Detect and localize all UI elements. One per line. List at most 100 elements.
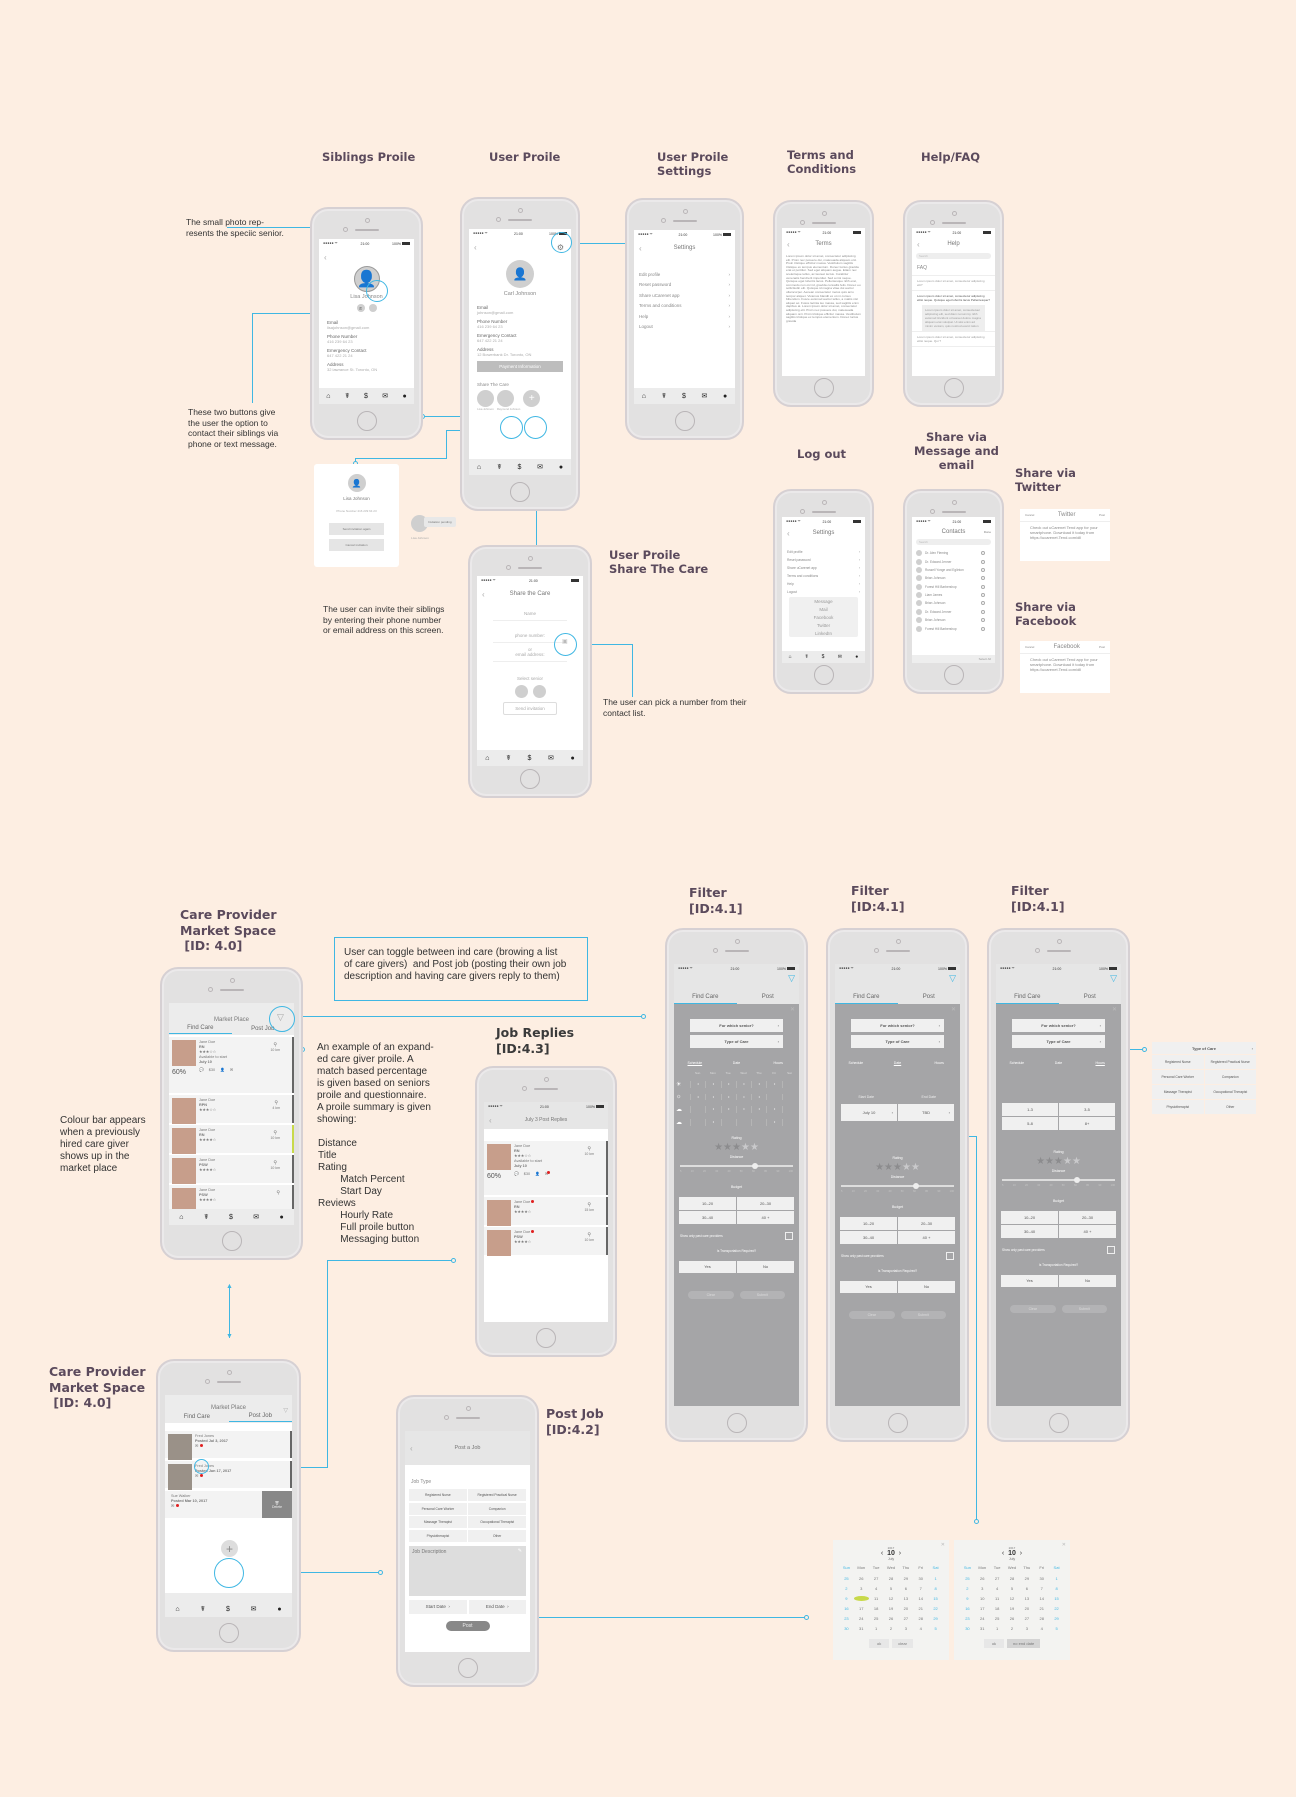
calendar-date[interactable]: 6 — [898, 1586, 913, 1591]
caregiver-icon[interactable]: ☤ — [345, 392, 350, 400]
calendar-date[interactable]: 7 — [913, 1586, 928, 1591]
mail-icon[interactable]: ✉ — [537, 463, 543, 471]
dollar-icon[interactable]: $ — [226, 1606, 230, 1613]
filter-subtab-hours[interactable]: Hours — [757, 1061, 799, 1065]
calendar-date[interactable]: 24 — [975, 1616, 990, 1621]
distance-slider[interactable] — [841, 1182, 954, 1189]
home-button[interactable] — [356, 411, 377, 431]
payment-information-button[interactable]: Payment Information — [477, 361, 563, 372]
home-button[interactable] — [726, 1413, 747, 1433]
calendar-date[interactable]: 7 — [1034, 1586, 1049, 1591]
calendar-date[interactable]: 19 — [1005, 1606, 1020, 1611]
reviews-icon[interactable]: 💬 — [514, 1172, 519, 1177]
rating-star[interactable]: ★ — [1045, 1156, 1054, 1167]
budget-option[interactable]: 20–30 — [737, 1196, 794, 1210]
budget-option[interactable]: 40 + — [1059, 1224, 1116, 1238]
calendar-date[interactable]: 2 — [839, 1586, 854, 1591]
caregiver-icon[interactable]: ☤ — [497, 463, 502, 471]
filter-subtab-date[interactable]: Date — [716, 1061, 758, 1065]
clear-button[interactable]: Clear — [849, 1310, 895, 1319]
contact-row[interactable]: Forest Hill Barbershop — [912, 583, 995, 591]
contact-row[interactable]: Brian Johnson — [912, 599, 995, 607]
full-profile-icon[interactable]: 👤 — [220, 1068, 225, 1073]
schedule-cell[interactable]: • — [766, 1081, 781, 1088]
back-icon[interactable]: ‹ — [917, 240, 920, 249]
calendar-date[interactable]: 22 — [928, 1606, 943, 1611]
schedule-cell[interactable]: • — [705, 1106, 720, 1113]
calendar-date[interactable]: 10 — [975, 1596, 990, 1601]
mail-icon[interactable]: ✉ — [701, 392, 707, 400]
post-button[interactable]: Post — [1099, 645, 1105, 649]
schedule-cell[interactable]: • — [720, 1081, 736, 1088]
rating-star[interactable]: ★ — [893, 1162, 902, 1173]
calendar-date[interactable]: 21 — [913, 1606, 928, 1611]
budget-option[interactable]: 40 + — [737, 1210, 794, 1224]
caregiver-card[interactable]: Jane Doe PSW ★★★★☆ ⚲ 10 km — [169, 1155, 294, 1185]
calendar-date[interactable]: 26 — [1005, 1616, 1020, 1621]
no-end-date-button[interactable]: no end date — [1007, 1639, 1041, 1648]
filter-icon[interactable]: ▽ — [1110, 973, 1117, 984]
faq-item[interactable]: Lorem ipsum dolor sit amet, consectetur … — [912, 291, 995, 305]
tab-find-care[interactable]: Find Care — [169, 1025, 232, 1034]
calendar-date[interactable]: 21 — [1034, 1606, 1049, 1611]
rating-star[interactable]: ★ — [902, 1162, 911, 1173]
job-type-option[interactable]: Registered Practical Nurse — [468, 1489, 526, 1501]
calendar-date[interactable]: 17 — [975, 1606, 990, 1611]
job-type-option[interactable]: Physiotherapist — [409, 1529, 467, 1542]
caregiver-card[interactable]: Jane Doe RN ★★★★☆ ⚲ 10 km — [169, 1125, 294, 1155]
home-button[interactable] — [536, 1328, 556, 1348]
schedule-cell[interactable] — [781, 1081, 797, 1088]
reply-card[interactable]: Jane Doe RN ★★★★☆ ⚲ 15 km — [484, 1197, 608, 1227]
calendar-date[interactable]: 25 — [839, 1576, 854, 1581]
contact-row[interactable]: Brian Johnson — [912, 574, 995, 582]
calendar-date[interactable]: 23 — [839, 1616, 854, 1621]
budget-option[interactable]: 30–40 — [1001, 1224, 1058, 1238]
calendar-date[interactable]: 25 — [869, 1616, 884, 1621]
contacts-search-input[interactable]: Search — [916, 539, 991, 545]
filter-icon[interactable]: ▽ — [949, 973, 956, 984]
contact-row[interactable]: Dr. Alex Fleming — [912, 549, 995, 557]
caregiver-icon[interactable]: ☤ — [506, 754, 511, 762]
sibling-avatar[interactable] — [477, 390, 494, 407]
select-radio[interactable] — [981, 626, 985, 631]
calendar-date[interactable]: 18 — [869, 1606, 884, 1611]
calendar-date[interactable]: 9 — [839, 1596, 854, 1601]
select-radio[interactable] — [981, 601, 985, 606]
which-senior-select[interactable]: For which senior? › — [690, 1019, 783, 1032]
calendar-date[interactable]: 28 — [1005, 1576, 1020, 1581]
schedule-cell[interactable] — [690, 1106, 705, 1113]
home-icon[interactable]: ⌂ — [326, 393, 330, 400]
settings-item[interactable]: Terms and conditions › — [782, 572, 865, 580]
end-date-button[interactable]: End Date › — [468, 1599, 526, 1614]
person-icon[interactable]: ● — [280, 1214, 284, 1221]
rating-star[interactable]: ★ — [750, 1142, 759, 1153]
close-icon[interactable]: ✕ — [941, 1542, 945, 1548]
home-icon[interactable]: ⌂ — [485, 755, 489, 762]
contact-row[interactable]: Dr. Edward Jenner — [912, 557, 995, 565]
calendar-date[interactable]: 11 — [869, 1596, 884, 1601]
settings-item[interactable]: Help › — [782, 580, 865, 588]
dollar-icon[interactable]: $ — [364, 393, 368, 400]
calendar-date[interactable]: 30 — [960, 1626, 975, 1631]
message-icon[interactable]: ✉ — [230, 1068, 233, 1073]
send-invitation-button[interactable]: Send invitation — [503, 702, 557, 715]
calendar-date[interactable]: 1 — [928, 1576, 943, 1581]
calendar-date[interactable]: 4 — [869, 1586, 884, 1591]
start-date-button[interactable]: July 10 › — [841, 1104, 897, 1121]
back-icon[interactable]: ‹ — [787, 240, 790, 249]
calendar-date[interactable]: 20 — [1019, 1606, 1034, 1611]
done-button[interactable]: Done — [984, 530, 991, 534]
schedule-cell[interactable] — [781, 1094, 797, 1100]
filter-subtab-schedule[interactable]: Schedule — [996, 1061, 1038, 1065]
home-button[interactable] — [943, 665, 964, 685]
select-radio[interactable] — [981, 593, 985, 598]
rating-star[interactable]: ★ — [875, 1162, 884, 1173]
filter-subtab-date[interactable]: Date — [1038, 1061, 1080, 1065]
posted-job-row[interactable]: Sue Walker Posted Mar 10, 2017 ✉ 🗑 Delete — [165, 1491, 292, 1520]
person-icon[interactable]: ● — [403, 393, 407, 400]
transport-no-button[interactable]: No — [1059, 1274, 1116, 1287]
calendar-date[interactable]: 28 — [1034, 1616, 1049, 1621]
distance-slider[interactable] — [1002, 1176, 1115, 1183]
senior-avatar[interactable] — [514, 685, 528, 698]
slider-handle[interactable] — [913, 1182, 920, 1189]
